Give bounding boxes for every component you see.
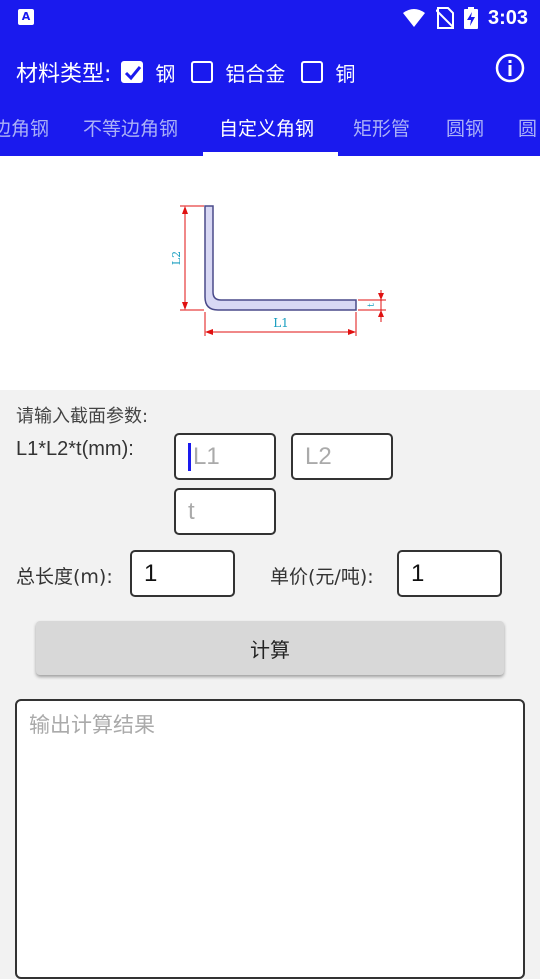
battery-charging-icon xyxy=(463,7,478,29)
tab-custom-angle[interactable]: 自定义角钢 xyxy=(219,114,314,141)
total-length-input[interactable]: 1 xyxy=(130,550,235,597)
no-sim-icon xyxy=(435,7,454,29)
tab-unequal-angle[interactable]: 不等边角钢 xyxy=(83,114,178,141)
l2-dimension xyxy=(180,205,204,311)
angle-profile xyxy=(204,205,357,311)
section-params-label: 请输入截面参数: xyxy=(16,406,149,427)
copper-label: 铜 xyxy=(335,61,356,86)
l1-input[interactable]: L1 xyxy=(174,433,276,480)
text-cursor xyxy=(188,442,191,471)
total-length-value: 1 xyxy=(144,559,158,587)
status-bar: A 3:03 xyxy=(0,0,540,36)
material-type-row: 材料类型: 钢 铝合金 铜 xyxy=(16,52,371,92)
angle-steel-drawing: L2 L1 t xyxy=(170,205,386,336)
l1-placeholder: L1 xyxy=(193,442,220,470)
l2-label: L2 xyxy=(170,251,183,265)
app-header: A 3:03 材料类型: 钢 铝合金 铜 边角钢 不等边角钢 自定义角钢 矩形管… xyxy=(0,0,540,156)
l2-placeholder: L2 xyxy=(305,442,332,470)
result-placeholder: 输出计算结果 xyxy=(29,713,155,737)
tab-equal-angle[interactable]: 边角钢 xyxy=(0,114,49,141)
total-length-label: 总长度(m): xyxy=(16,566,113,588)
tab-round-partial[interactable]: 圆 xyxy=(518,114,537,141)
unit-price-input[interactable]: 1 xyxy=(397,550,502,597)
info-icon[interactable] xyxy=(494,52,526,84)
t-label: t xyxy=(367,303,377,307)
material-option-copper[interactable]: 铜 xyxy=(301,58,355,87)
tab-rectangular-tube[interactable]: 矩形管 xyxy=(353,114,410,141)
t-placeholder: t xyxy=(188,497,195,525)
calculate-button-label: 计算 xyxy=(250,637,290,662)
material-option-aluminum[interactable]: 铝合金 xyxy=(191,58,285,87)
wifi-icon xyxy=(402,9,425,27)
t-input[interactable]: t xyxy=(174,488,276,535)
result-output[interactable]: 输出计算结果 xyxy=(15,699,525,979)
l2-input[interactable]: L2 xyxy=(291,433,393,480)
calculate-button[interactable]: 计算 xyxy=(36,621,504,675)
tab-round-steel[interactable]: 圆钢 xyxy=(446,114,484,141)
copper-checkbox[interactable] xyxy=(301,61,324,83)
angle-steel-diagram: L2 L1 t xyxy=(0,156,540,390)
clock: 3:03 xyxy=(487,6,528,29)
material-type-label: 材料类型: xyxy=(16,62,112,87)
dimensions-label: L1*L2*t(mm): xyxy=(16,438,134,460)
app-notification-icon: A xyxy=(18,9,34,25)
unit-price-value: 1 xyxy=(411,559,425,587)
material-option-steel[interactable]: 钢 xyxy=(121,58,175,87)
aluminum-checkbox[interactable] xyxy=(191,61,214,83)
unit-price-label: 单价(元/吨): xyxy=(270,566,374,588)
steel-label: 钢 xyxy=(155,61,176,86)
aluminum-label: 铝合金 xyxy=(225,61,286,86)
shape-tabs: 边角钢 不等边角钢 自定义角钢 矩形管 圆钢 圆 xyxy=(0,100,540,156)
steel-checkbox[interactable] xyxy=(121,61,144,83)
l1-label: L1 xyxy=(273,316,289,330)
status-icons: 3:03 xyxy=(402,6,528,30)
